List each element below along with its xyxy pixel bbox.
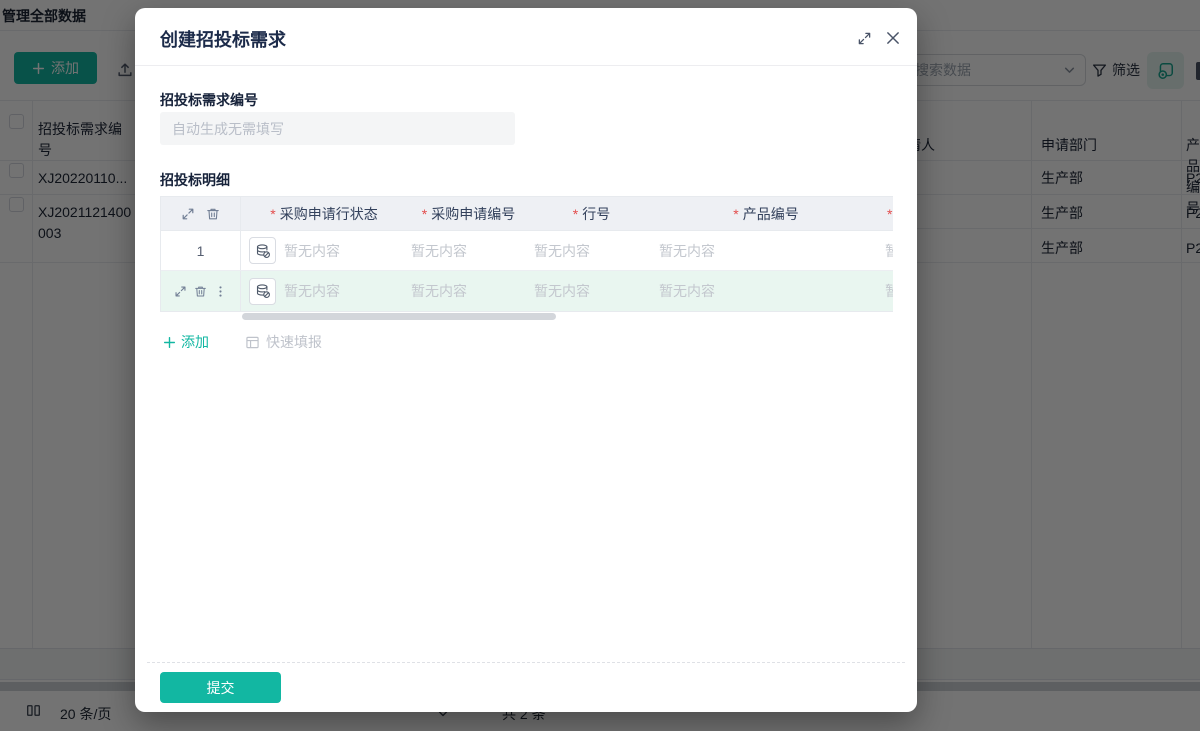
subtable-add-label: 添加	[181, 332, 209, 352]
data-linkage-icon	[255, 243, 271, 259]
trash-icon[interactable]	[206, 207, 220, 221]
cell-purchase-line-status: 暂无内容	[241, 271, 407, 311]
quick-fill-label: 快速填报	[266, 332, 322, 352]
empty-placeholder: 暂无内容	[659, 281, 715, 301]
subtable-add-row-button[interactable]: 添加	[163, 332, 209, 352]
column-label: 行号	[582, 204, 610, 224]
cell-product-no[interactable]: 暂无内容	[653, 231, 879, 270]
subtable-horizontal-scrollbar[interactable]	[242, 313, 556, 320]
required-marker: *	[270, 206, 275, 222]
dialog-footer-divider	[147, 662, 905, 663]
quick-fill-button[interactable]: 快速填报	[245, 332, 322, 352]
subtable-row-2: 暂无内容 暂无内容 暂无内容 暂无内容 暂无内容	[161, 271, 893, 311]
column-label: 采购申请编号	[431, 204, 515, 224]
quick-fill-icon	[245, 335, 260, 350]
cell-line-no[interactable]: 暂无内容	[530, 271, 653, 311]
expand-icon[interactable]	[181, 207, 195, 221]
detail-section-label: 招投标明细	[160, 170, 230, 190]
empty-placeholder[interactable]: 暂无内容	[284, 241, 340, 261]
expand-dialog-icon[interactable]	[857, 31, 872, 46]
plus-icon	[163, 336, 176, 349]
empty-placeholder: 暂无内容	[534, 281, 590, 301]
required-marker: *	[573, 206, 578, 222]
column-header: *采购申请编号	[407, 197, 530, 230]
column-header: *行号	[530, 197, 653, 230]
dialog-header-divider	[135, 65, 917, 66]
cell-line-no[interactable]: 暂无内容	[530, 231, 653, 270]
column-label: 产品编号	[743, 204, 799, 224]
detail-subtable: *采购申请行状态 *采购申请编号 *行号 *产品编号 * 1	[160, 196, 893, 312]
create-bid-requirement-dialog: 创建招投标需求 招投标需求编号 招投标明细 * 采购申请行状态	[135, 8, 917, 712]
screen: 管理全部数据 添加 筛选	[0, 0, 1200, 731]
kebab-menu-icon[interactable]	[214, 285, 227, 298]
dialog-title: 创建招投标需求	[160, 26, 286, 52]
cell-product-no[interactable]: 暂无内容	[653, 271, 879, 311]
empty-placeholder: 暂无内容	[885, 241, 893, 261]
data-linkage-button[interactable]	[249, 237, 276, 264]
cell-extra[interactable]: 暂无内容	[879, 271, 893, 311]
trash-icon[interactable]	[194, 285, 207, 298]
code-field-label: 招投标需求编号	[160, 90, 258, 110]
data-linkage-button[interactable]	[249, 278, 276, 305]
empty-placeholder: 暂无内容	[659, 241, 715, 261]
code-field-input[interactable]	[160, 112, 515, 145]
column-header: * 产品编号	[653, 197, 879, 230]
subtable-row-1: 1 暂无内容 暂无内容	[161, 231, 893, 271]
cell-purchase-line-status: 暂无内容	[241, 231, 407, 270]
row-actions	[161, 271, 241, 311]
required-marker: *	[733, 206, 738, 222]
cell-extra[interactable]: 暂无内容	[879, 231, 893, 270]
expand-icon[interactable]	[174, 285, 187, 298]
data-linkage-icon	[255, 283, 271, 299]
empty-placeholder: 暂无内容	[885, 281, 893, 301]
cell-purchase-request-no[interactable]: 暂无内容	[407, 271, 530, 311]
submit-button[interactable]: 提交	[160, 672, 281, 703]
empty-placeholder: 暂无内容	[411, 241, 467, 261]
required-marker: *	[422, 206, 427, 222]
cell-purchase-request-no[interactable]: 暂无内容	[407, 231, 530, 270]
subtable-header-actions	[161, 197, 241, 230]
empty-placeholder: 暂无内容	[534, 241, 590, 261]
close-icon[interactable]	[885, 30, 901, 46]
empty-placeholder: 暂无内容	[411, 281, 467, 301]
column-header: * 采购申请行状态	[241, 197, 407, 230]
required-marker: *	[887, 206, 892, 222]
column-header: *	[879, 197, 893, 230]
column-label: 采购申请行状态	[280, 204, 378, 224]
subtable-header-row: *采购申请行状态 *采购申请编号 *行号 *产品编号 *	[161, 197, 893, 231]
row-index: 1	[161, 231, 241, 270]
empty-placeholder[interactable]: 暂无内容	[284, 281, 340, 301]
